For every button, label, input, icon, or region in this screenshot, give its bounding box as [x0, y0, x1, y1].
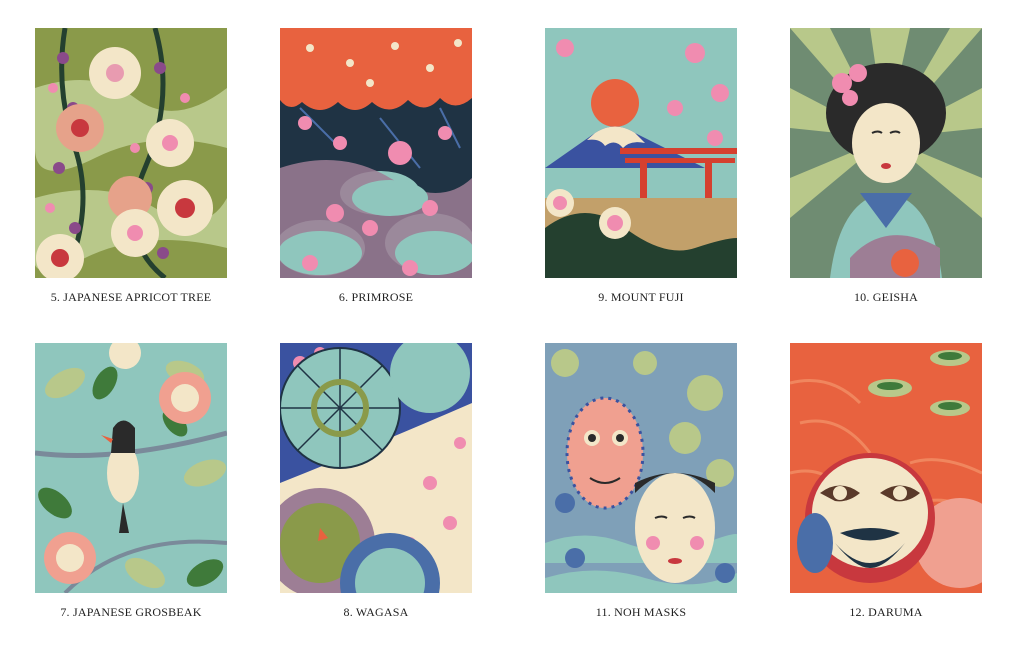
card-title: WAGASA [355, 605, 409, 619]
illustration-card[interactable]: 11. NOH MASKS [545, 343, 737, 620]
card-title: PRIMROSE [351, 290, 414, 304]
mount-fuji-illustration [545, 28, 737, 278]
primrose-illustration [280, 28, 472, 278]
card-number: 9. [598, 290, 608, 304]
card-number: 10. [853, 290, 870, 304]
card-caption: 9. MOUNT FUJI [545, 290, 737, 305]
card-caption: 6. PRIMROSE [280, 290, 472, 305]
illustration-card[interactable]: 6. PRIMROSE [280, 28, 472, 305]
card-caption: 5. JAPANESE APRICOT TREE [35, 290, 227, 305]
card-number: 6. [338, 290, 349, 304]
card-number: 12. [849, 605, 865, 619]
card-caption: 11. NOH MASKS [545, 605, 737, 620]
card-title: MOUNT FUJI [610, 290, 684, 304]
card-number: 8. [343, 605, 353, 619]
card-number: 7. [60, 605, 70, 619]
card-title: JAPANESE APRICOT TREE [63, 290, 212, 304]
geisha-illustration [790, 28, 982, 278]
card-number: 11. [595, 605, 611, 619]
illustration-card[interactable]: 7. JAPANESE GROSBEAK [35, 343, 227, 620]
illustration-card[interactable]: 9. MOUNT FUJI [545, 28, 737, 305]
card-caption: 10. GEISHA [790, 290, 982, 305]
card-title: GEISHA [872, 290, 918, 304]
card-title: DARUMA [868, 605, 923, 619]
card-caption: 12. DARUMA [790, 605, 982, 620]
wagasa-illustration [280, 343, 472, 593]
illustration-card[interactable]: 10. GEISHA [790, 28, 982, 305]
card-number: 5. [50, 290, 61, 304]
japanese-grosbeak-illustration [35, 343, 227, 593]
illustration-card[interactable]: 12. DARUMA [790, 343, 982, 620]
illustration-card[interactable]: 8. WAGASA [280, 343, 472, 620]
card-title: JAPANESE GROSBEAK [72, 605, 202, 619]
japanese-apricot-tree-illustration [35, 28, 227, 278]
daruma-illustration [790, 343, 982, 593]
noh-masks-illustration [545, 343, 737, 593]
card-caption: 8. WAGASA [280, 605, 472, 620]
card-caption: 7. JAPANESE GROSBEAK [35, 605, 227, 620]
illustration-card[interactable]: 5. JAPANESE APRICOT TREE [35, 28, 227, 305]
card-title: NOH MASKS [614, 605, 687, 619]
